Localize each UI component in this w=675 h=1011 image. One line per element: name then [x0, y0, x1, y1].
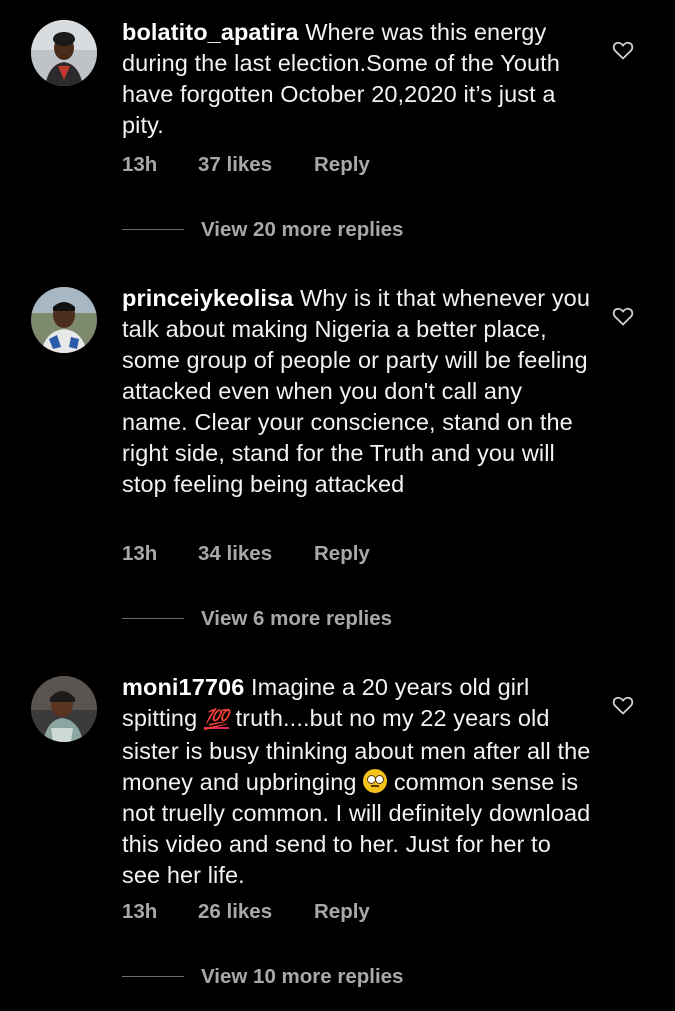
comment-likes[interactable]: 37 likes: [198, 150, 272, 180]
reply-button[interactable]: Reply: [314, 539, 370, 569]
replies-divider-line: [122, 229, 184, 230]
view-replies-label: View 10 more replies: [201, 965, 404, 988]
comment-likes[interactable]: 26 likes: [198, 897, 272, 927]
like-heart-icon[interactable]: [611, 38, 635, 62]
replies-divider-line: [122, 976, 184, 977]
comment-content: Why is it that whenever you talk about m…: [122, 285, 591, 497]
comment-username[interactable]: moni17706: [122, 674, 244, 700]
hundred-points-icon: 💯: [203, 709, 229, 731]
like-heart-icon[interactable]: [611, 304, 635, 328]
avatar[interactable]: [31, 287, 97, 353]
view-replies-label: View 20 more replies: [201, 218, 404, 241]
avatar-image: [31, 20, 97, 86]
reply-button[interactable]: Reply: [314, 897, 370, 927]
avatar-image: [31, 676, 97, 742]
view-replies-label: View 6 more replies: [201, 607, 393, 630]
comment-username[interactable]: bolatito_apatira: [122, 19, 299, 45]
avatar[interactable]: [31, 20, 97, 86]
comment-time: 13h: [122, 542, 158, 565]
comment-text: bolatito_apatira Where was this energy d…: [122, 17, 592, 141]
comment-likes[interactable]: 34 likes: [198, 539, 272, 569]
comment-time: 13h: [122, 900, 158, 923]
comment-text: princeiykeolisa Why is it that whenever …: [122, 283, 592, 500]
comment-time: 13h: [122, 153, 158, 176]
face-with-rolling-eyes-icon: [363, 769, 388, 793]
like-heart-icon[interactable]: [611, 693, 635, 717]
avatar[interactable]: [31, 676, 97, 742]
avatar-image: [31, 287, 97, 353]
comment-text: moni17706 Imagine a 20 years old girl sp…: [122, 672, 592, 891]
comment-username[interactable]: princeiykeolisa: [122, 285, 293, 311]
reply-button[interactable]: Reply: [314, 150, 370, 180]
replies-divider-line: [122, 618, 184, 619]
